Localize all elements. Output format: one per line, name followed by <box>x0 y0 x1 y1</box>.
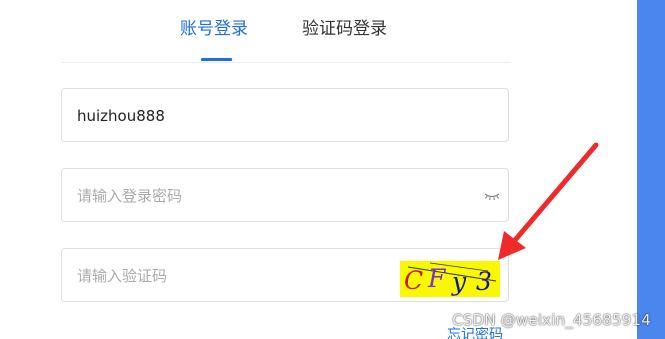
captcha-char-3: 3 <box>476 267 492 296</box>
captcha-char-f: F <box>428 264 446 293</box>
password-field-container <box>61 168 509 222</box>
scrollbar-track[interactable] <box>637 0 665 339</box>
red-arrow-annotation <box>498 142 599 260</box>
tab-sms-login[interactable]: 验证码登录 <box>302 18 387 40</box>
captcha-char-c: C <box>404 266 424 295</box>
captcha-field-container: C F y 3 <box>61 248 509 302</box>
login-tabs: 账号登录 验证码登录 <box>61 0 511 63</box>
captcha-input[interactable] <box>77 264 377 288</box>
csdn-watermark: CSDN @weixin_45685914 <box>452 311 651 329</box>
username-input[interactable] <box>77 104 467 128</box>
captcha-image[interactable]: C F y 3 <box>400 261 500 297</box>
login-page: 账号登录 验证码登录 C F y 3 <box>0 0 665 339</box>
password-input[interactable] <box>77 184 467 208</box>
captcha-char-y: y <box>452 267 467 296</box>
tab-account-login[interactable]: 账号登录 <box>180 18 248 40</box>
username-field-container <box>61 88 509 142</box>
active-tab-indicator <box>201 58 232 61</box>
